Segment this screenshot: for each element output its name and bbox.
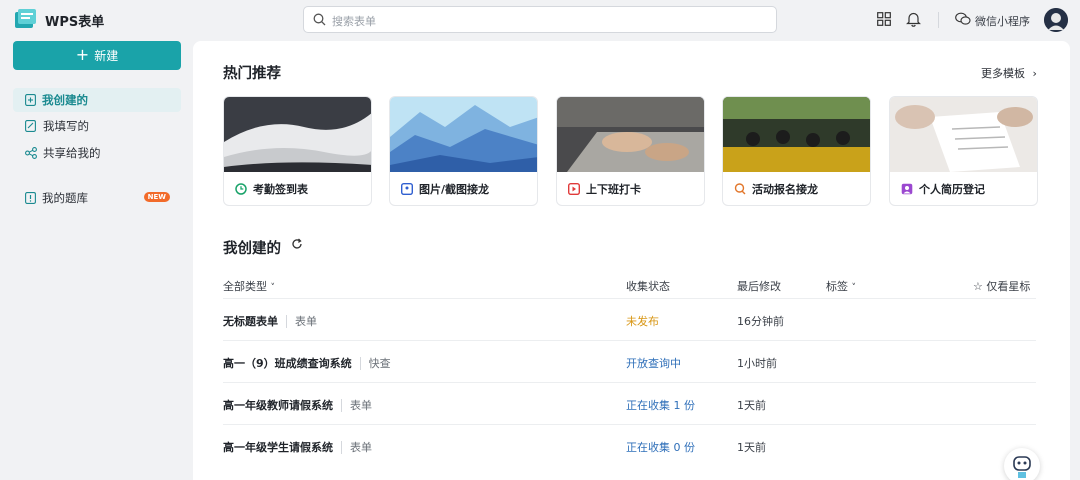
user-avatar[interactable] <box>1044 8 1068 32</box>
chevron-down-icon: ˅ <box>851 283 857 293</box>
last-modified: 1天前 <box>737 441 766 454</box>
card-label: 上下班打卡 <box>568 181 641 197</box>
laptop-typing-thumbnail <box>557 97 704 172</box>
resume-icon <box>901 183 913 195</box>
column-header-label: 全部类型 <box>223 280 267 293</box>
app-title: WPS表单 <box>45 15 105 30</box>
card-title: 活动报名接龙 <box>752 183 818 196</box>
form-type: 表单 <box>341 399 372 412</box>
form-type: 表单 <box>341 441 372 454</box>
sidebar-item-my-created[interactable]: 我创建的 <box>13 88 181 112</box>
star-icon: ☆ <box>973 280 983 293</box>
clock-icon <box>235 183 247 195</box>
avatar-icon <box>1044 8 1068 32</box>
resume-paper-thumbnail <box>890 97 1037 172</box>
search-icon <box>313 13 326 26</box>
table-row[interactable]: 无标题表单 表单 未发布 16分钟前 <box>223 299 1036 341</box>
card-title: 个人简历登记 <box>919 183 985 196</box>
more-templates-link[interactable]: 更多模板 › <box>981 65 1037 81</box>
search-input[interactable]: 搜索表单 <box>332 13 376 29</box>
punch-card-icon <box>568 183 580 195</box>
filter-tags[interactable]: 标签 ˅ <box>826 278 856 294</box>
card-label: 图片/截图接龙 <box>401 181 489 197</box>
form-title: 无标题表单 <box>223 315 278 328</box>
blue-mountains-thumbnail <box>390 97 537 172</box>
top-bar: WPS表单 搜索表单 微信小程序 <box>0 0 1080 40</box>
document-plus-icon <box>25 94 36 106</box>
sidebar-item-label: 共享给我的 <box>43 146 101 160</box>
template-card-image-chain[interactable]: 图片/截图接龙 <box>389 96 538 206</box>
form-name: 高一（9）班成绩查询系统 快查 <box>223 355 391 371</box>
chevron-right-icon: › <box>1032 67 1037 80</box>
form-title: 高一年级教师请假系统 <box>223 399 333 412</box>
template-card-attendance[interactable]: 考勤签到表 <box>223 96 372 206</box>
sidebar-item-shared-with-me[interactable]: 共享给我的 <box>13 141 181 165</box>
star-only-label: 仅看星标 <box>986 280 1031 293</box>
refresh-icon[interactable] <box>291 238 303 250</box>
collect-status: 未发布 <box>626 315 659 328</box>
wechat-mini-program-link[interactable]: 微信小程序 <box>975 13 1030 29</box>
column-header-label: 标签 <box>826 280 848 293</box>
form-name: 无标题表单 表单 <box>223 313 317 329</box>
wechat-icon[interactable] <box>955 12 971 26</box>
template-card-resume[interactable]: 个人简历登记 <box>889 96 1038 206</box>
column-header-status: 收集状态 <box>626 280 670 293</box>
robot-assistant-icon <box>1013 456 1031 478</box>
new-button-label: 新建 <box>94 49 119 63</box>
sidebar-item-label: 我创建的 <box>42 93 88 107</box>
image-chain-icon <box>401 183 413 195</box>
bell-icon[interactable] <box>906 11 921 27</box>
form-type: 表单 <box>286 315 317 328</box>
help-assistant-button[interactable] <box>1004 448 1040 480</box>
snow-mountain-thumbnail <box>224 97 371 172</box>
new-form-button[interactable]: + 新建 <box>13 41 181 70</box>
star-only-toggle[interactable]: ☆ 仅看星标 <box>973 278 1030 294</box>
filter-all-types[interactable]: 全部类型 ˅ <box>223 278 275 294</box>
stadium-audience-thumbnail <box>723 97 870 172</box>
event-signup-icon <box>734 183 746 195</box>
toolbar-divider <box>938 12 939 28</box>
main-panel: 热门推荐 更多模板 › 考勤签到表 图片/截图接龙 上下班打卡 活动报名接龙 个… <box>193 41 1070 480</box>
edit-document-icon <box>25 120 36 132</box>
card-label: 考勤签到表 <box>235 181 308 197</box>
collect-status: 开放查询中 <box>626 357 681 370</box>
card-label: 个人简历登记 <box>901 181 985 197</box>
last-modified: 16分钟前 <box>737 315 784 328</box>
column-header-modified: 最后修改 <box>737 280 781 293</box>
template-card-clock-in[interactable]: 上下班打卡 <box>556 96 705 206</box>
new-badge: NEW <box>143 192 170 202</box>
more-templates-label: 更多模板 <box>981 67 1025 80</box>
hot-recommend-title: 热门推荐 <box>223 66 281 82</box>
card-title: 图片/截图接龙 <box>419 183 490 196</box>
plus-icon: + <box>75 44 90 64</box>
sidebar-item-label: 我的题库 <box>42 191 88 205</box>
table-row[interactable]: 高一（9）班成绩查询系统 快查 开放查询中 1小时前 <box>223 341 1036 383</box>
card-title: 上下班打卡 <box>586 183 641 196</box>
sidebar-item-my-filled[interactable]: 我填写的 <box>13 114 181 138</box>
form-name: 高一年级学生请假系统 表单 <box>223 439 372 455</box>
wps-form-logo-icon <box>15 9 36 28</box>
collect-status: 正在收集 0 份 <box>626 441 695 454</box>
my-created-title: 我创建的 <box>223 241 281 257</box>
collect-status: 正在收集 1 份 <box>626 399 695 412</box>
apps-grid-icon[interactable] <box>877 12 891 26</box>
card-label: 活动报名接龙 <box>734 181 818 197</box>
last-modified: 1天前 <box>737 399 766 412</box>
sidebar-item-question-bank[interactable]: 我的题库 NEW <box>13 186 181 210</box>
question-bank-icon <box>25 192 36 204</box>
last-modified: 1小时前 <box>737 357 777 370</box>
share-icon <box>25 147 37 159</box>
search-box[interactable]: 搜索表单 <box>303 6 777 33</box>
template-card-event-signup[interactable]: 活动报名接龙 <box>722 96 871 206</box>
form-title: 高一（9）班成绩查询系统 <box>223 357 352 370</box>
form-name: 高一年级教师请假系统 表单 <box>223 397 372 413</box>
form-title: 高一年级学生请假系统 <box>223 441 333 454</box>
chevron-down-icon: ˅ <box>270 283 276 293</box>
card-title: 考勤签到表 <box>253 183 308 196</box>
table-row[interactable]: 高一年级学生请假系统 表单 正在收集 0 份 1天前 <box>223 425 1036 467</box>
form-type: 快查 <box>359 357 391 370</box>
sidebar-item-label: 我填写的 <box>43 119 89 133</box>
table-row[interactable]: 高一年级教师请假系统 表单 正在收集 1 份 1天前 <box>223 383 1036 425</box>
